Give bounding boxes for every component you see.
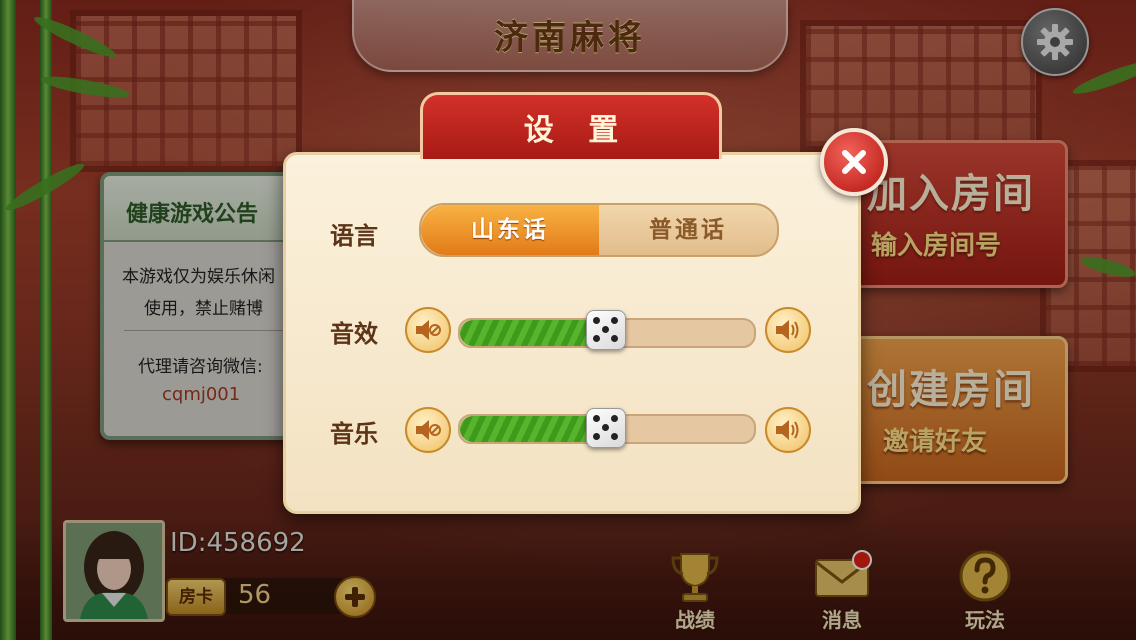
close-button[interactable] (820, 128, 888, 196)
speaker-mute-icon (416, 420, 441, 440)
sfx-label: 音效 (330, 320, 378, 348)
language-toggle: 山东话 普通话 (419, 203, 779, 257)
speaker-loud-icon (776, 320, 799, 340)
speaker-loud-icon (776, 420, 799, 440)
music-slider-handle[interactable] (586, 408, 626, 448)
settings-dialog-header: 设 置 (420, 92, 722, 159)
music-max-button[interactable] (765, 407, 811, 453)
close-icon (842, 150, 866, 174)
sfx-volume-fill (460, 320, 607, 346)
music-volume-fill (460, 416, 607, 442)
sfx-mute-button[interactable] (405, 307, 451, 353)
settings-dialog-title: 设 置 (523, 113, 631, 148)
music-mute-button[interactable] (405, 407, 451, 453)
music-label: 音乐 (330, 420, 378, 448)
speaker-mute-icon (416, 320, 441, 340)
language-option-shandong[interactable]: 山东话 (421, 205, 599, 255)
language-option-mandarin[interactable]: 普通话 (599, 205, 777, 255)
language-label: 语言 (330, 222, 378, 250)
sfx-slider-handle[interactable] (586, 310, 626, 350)
sfx-max-button[interactable] (765, 307, 811, 353)
